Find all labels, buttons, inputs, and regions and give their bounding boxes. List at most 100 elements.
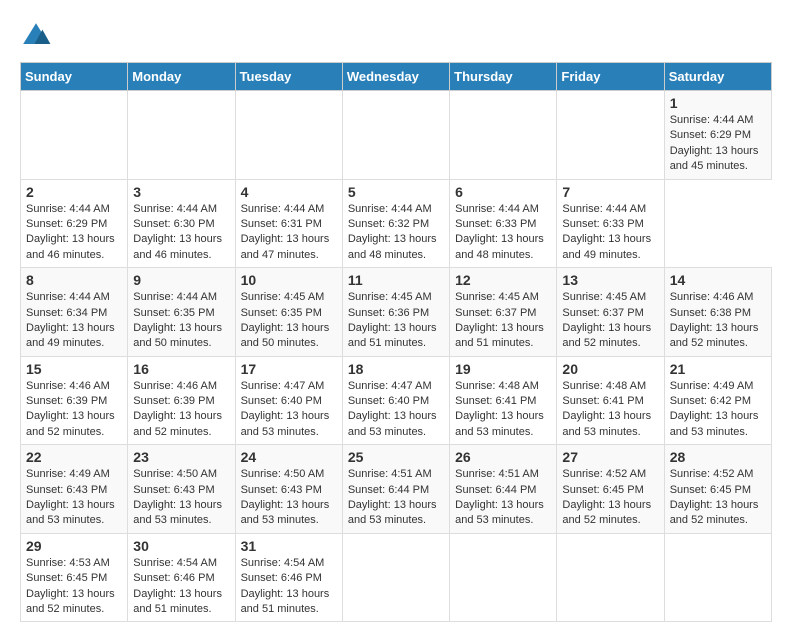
day-info: Sunrise: 4:47 AM Sunset: 6:40 PM Dayligh… bbox=[348, 379, 444, 441]
day-number: 17 bbox=[241, 361, 337, 377]
week-row-2: 2 Sunrise: 4:44 AM Sunset: 6:29 PM Dayli… bbox=[21, 179, 772, 268]
day-cell-20: 20 Sunrise: 4:48 AM Sunset: 6:41 PM Dayl… bbox=[557, 356, 664, 445]
sunrise: Sunrise: 4:52 AM bbox=[670, 468, 754, 480]
day-info: Sunrise: 4:49 AM Sunset: 6:42 PM Dayligh… bbox=[670, 379, 766, 441]
day-number: 27 bbox=[562, 449, 658, 465]
day-cell-16: 16 Sunrise: 4:46 AM Sunset: 6:39 PM Dayl… bbox=[128, 356, 235, 445]
sunset: Sunset: 6:39 PM bbox=[26, 395, 107, 407]
day-number: 18 bbox=[348, 361, 444, 377]
day-number: 26 bbox=[455, 449, 551, 465]
sunset: Sunset: 6:39 PM bbox=[133, 395, 214, 407]
sunrise: Sunrise: 4:51 AM bbox=[348, 468, 432, 480]
day-number: 24 bbox=[241, 449, 337, 465]
day-info: Sunrise: 4:44 AM Sunset: 6:32 PM Dayligh… bbox=[348, 202, 444, 264]
day-number: 2 bbox=[26, 184, 122, 200]
sunrise: Sunrise: 4:44 AM bbox=[455, 203, 539, 215]
day-cell-2: 2 Sunrise: 4:44 AM Sunset: 6:29 PM Dayli… bbox=[21, 179, 128, 268]
empty-cell bbox=[342, 91, 449, 180]
day-info: Sunrise: 4:52 AM Sunset: 6:45 PM Dayligh… bbox=[562, 467, 658, 529]
sunrise: Sunrise: 4:45 AM bbox=[562, 291, 646, 303]
day-cell-22: 22 Sunrise: 4:49 AM Sunset: 6:43 PM Dayl… bbox=[21, 445, 128, 534]
day-info: Sunrise: 4:44 AM Sunset: 6:29 PM Dayligh… bbox=[26, 202, 122, 264]
day-cell-24: 24 Sunrise: 4:50 AM Sunset: 6:43 PM Dayl… bbox=[235, 445, 342, 534]
day-cell-6: 6 Sunrise: 4:44 AM Sunset: 6:33 PM Dayli… bbox=[450, 179, 557, 268]
daylight: Daylight: 13 hours and 52 minutes. bbox=[26, 588, 115, 615]
daylight: Daylight: 13 hours and 46 minutes. bbox=[133, 233, 222, 260]
daylight: Daylight: 13 hours and 52 minutes. bbox=[562, 499, 651, 526]
day-cell-10: 10 Sunrise: 4:45 AM Sunset: 6:35 PM Dayl… bbox=[235, 268, 342, 357]
calendar-body: 1 Sunrise: 4:44 AM Sunset: 6:29 PM Dayli… bbox=[21, 91, 772, 622]
sunrise: Sunrise: 4:44 AM bbox=[670, 114, 754, 126]
daylight: Daylight: 13 hours and 51 minutes. bbox=[348, 322, 437, 349]
sunset: Sunset: 6:36 PM bbox=[348, 307, 429, 319]
day-info: Sunrise: 4:44 AM Sunset: 6:29 PM Dayligh… bbox=[670, 113, 766, 175]
day-cell-29: 29 Sunrise: 4:53 AM Sunset: 6:45 PM Dayl… bbox=[21, 533, 128, 622]
day-info: Sunrise: 4:46 AM Sunset: 6:39 PM Dayligh… bbox=[133, 379, 229, 441]
empty-cell bbox=[450, 91, 557, 180]
day-cell-30: 30 Sunrise: 4:54 AM Sunset: 6:46 PM Dayl… bbox=[128, 533, 235, 622]
week-row-1: 1 Sunrise: 4:44 AM Sunset: 6:29 PM Dayli… bbox=[21, 91, 772, 180]
sunset: Sunset: 6:45 PM bbox=[670, 484, 751, 496]
day-info: Sunrise: 4:46 AM Sunset: 6:39 PM Dayligh… bbox=[26, 379, 122, 441]
day-info: Sunrise: 4:44 AM Sunset: 6:34 PM Dayligh… bbox=[26, 290, 122, 352]
daylight: Daylight: 13 hours and 52 minutes. bbox=[670, 499, 759, 526]
day-number: 28 bbox=[670, 449, 766, 465]
day-cell-15: 15 Sunrise: 4:46 AM Sunset: 6:39 PM Dayl… bbox=[21, 356, 128, 445]
sunrise: Sunrise: 4:49 AM bbox=[670, 380, 754, 392]
day-info: Sunrise: 4:47 AM Sunset: 6:40 PM Dayligh… bbox=[241, 379, 337, 441]
day-number: 4 bbox=[241, 184, 337, 200]
sunrise: Sunrise: 4:52 AM bbox=[562, 468, 646, 480]
day-info: Sunrise: 4:46 AM Sunset: 6:38 PM Dayligh… bbox=[670, 290, 766, 352]
day-cell-17: 17 Sunrise: 4:47 AM Sunset: 6:40 PM Dayl… bbox=[235, 356, 342, 445]
day-info: Sunrise: 4:51 AM Sunset: 6:44 PM Dayligh… bbox=[455, 467, 551, 529]
logo bbox=[20, 20, 56, 52]
header-row: SundayMondayTuesdayWednesdayThursdayFrid… bbox=[21, 63, 772, 91]
day-cell-5: 5 Sunrise: 4:44 AM Sunset: 6:32 PM Dayli… bbox=[342, 179, 449, 268]
daylight: Daylight: 13 hours and 52 minutes. bbox=[562, 322, 651, 349]
day-info: Sunrise: 4:51 AM Sunset: 6:44 PM Dayligh… bbox=[348, 467, 444, 529]
sunrise: Sunrise: 4:46 AM bbox=[26, 380, 110, 392]
day-number: 9 bbox=[133, 272, 229, 288]
daylight: Daylight: 13 hours and 53 minutes. bbox=[348, 499, 437, 526]
day-number: 8 bbox=[26, 272, 122, 288]
day-number: 11 bbox=[348, 272, 444, 288]
daylight: Daylight: 13 hours and 48 minutes. bbox=[348, 233, 437, 260]
sunrise: Sunrise: 4:47 AM bbox=[241, 380, 325, 392]
sunrise: Sunrise: 4:54 AM bbox=[133, 557, 217, 569]
daylight: Daylight: 13 hours and 47 minutes. bbox=[241, 233, 330, 260]
header-friday: Friday bbox=[557, 63, 664, 91]
sunrise: Sunrise: 4:44 AM bbox=[133, 203, 217, 215]
day-cell-27: 27 Sunrise: 4:52 AM Sunset: 6:45 PM Dayl… bbox=[557, 445, 664, 534]
calendar-table: SundayMondayTuesdayWednesdayThursdayFrid… bbox=[20, 62, 772, 622]
sunrise: Sunrise: 4:54 AM bbox=[241, 557, 325, 569]
sunset: Sunset: 6:43 PM bbox=[241, 484, 322, 496]
day-number: 13 bbox=[562, 272, 658, 288]
sunset: Sunset: 6:40 PM bbox=[348, 395, 429, 407]
day-number: 7 bbox=[562, 184, 658, 200]
sunset: Sunset: 6:44 PM bbox=[455, 484, 536, 496]
sunrise: Sunrise: 4:48 AM bbox=[562, 380, 646, 392]
day-number: 15 bbox=[26, 361, 122, 377]
day-cell-28: 28 Sunrise: 4:52 AM Sunset: 6:45 PM Dayl… bbox=[664, 445, 771, 534]
day-cell-25: 25 Sunrise: 4:51 AM Sunset: 6:44 PM Dayl… bbox=[342, 445, 449, 534]
day-cell-13: 13 Sunrise: 4:45 AM Sunset: 6:37 PM Dayl… bbox=[557, 268, 664, 357]
day-info: Sunrise: 4:45 AM Sunset: 6:35 PM Dayligh… bbox=[241, 290, 337, 352]
empty-cell bbox=[235, 91, 342, 180]
day-info: Sunrise: 4:49 AM Sunset: 6:43 PM Dayligh… bbox=[26, 467, 122, 529]
day-cell-4: 4 Sunrise: 4:44 AM Sunset: 6:31 PM Dayli… bbox=[235, 179, 342, 268]
day-cell-21: 21 Sunrise: 4:49 AM Sunset: 6:42 PM Dayl… bbox=[664, 356, 771, 445]
day-info: Sunrise: 4:54 AM Sunset: 6:46 PM Dayligh… bbox=[241, 556, 337, 618]
day-number: 30 bbox=[133, 538, 229, 554]
sunrise: Sunrise: 4:44 AM bbox=[133, 291, 217, 303]
day-number: 10 bbox=[241, 272, 337, 288]
daylight: Daylight: 13 hours and 53 minutes. bbox=[241, 410, 330, 437]
day-number: 12 bbox=[455, 272, 551, 288]
header-sunday: Sunday bbox=[21, 63, 128, 91]
sunset: Sunset: 6:29 PM bbox=[26, 218, 107, 230]
sunset: Sunset: 6:45 PM bbox=[26, 572, 107, 584]
daylight: Daylight: 13 hours and 53 minutes. bbox=[241, 499, 330, 526]
day-info: Sunrise: 4:44 AM Sunset: 6:33 PM Dayligh… bbox=[562, 202, 658, 264]
sunset: Sunset: 6:32 PM bbox=[348, 218, 429, 230]
daylight: Daylight: 13 hours and 53 minutes. bbox=[670, 410, 759, 437]
week-row-5: 22 Sunrise: 4:49 AM Sunset: 6:43 PM Dayl… bbox=[21, 445, 772, 534]
